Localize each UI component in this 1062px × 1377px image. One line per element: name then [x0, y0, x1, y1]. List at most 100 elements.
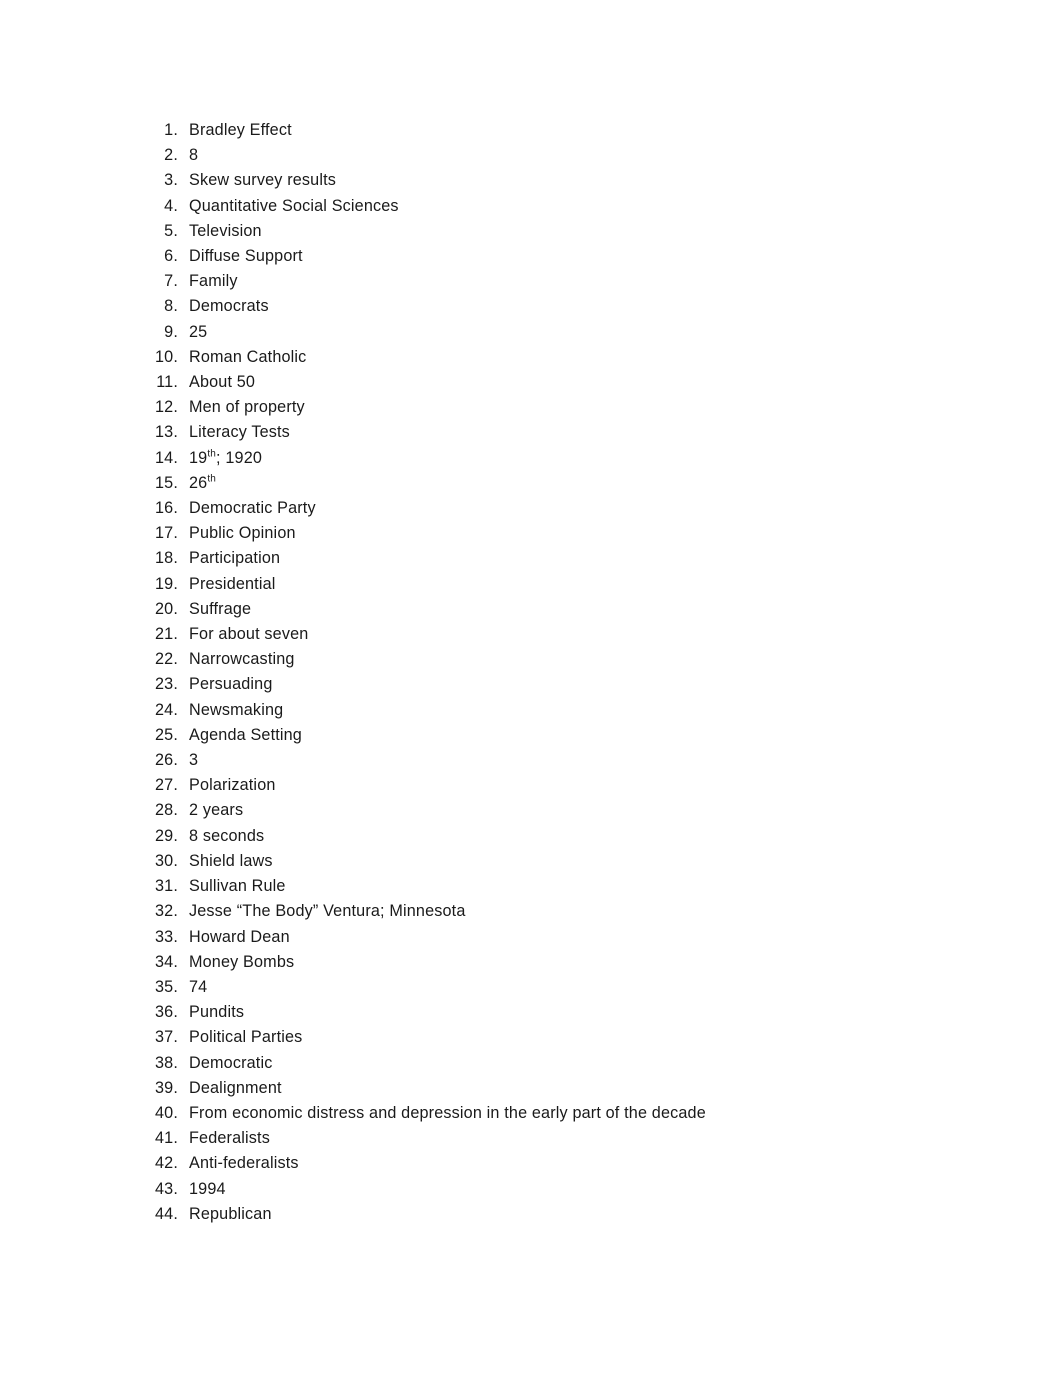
list-item-number: 40. [155, 1103, 178, 1122]
list-item-text: Agenda Setting [189, 725, 302, 744]
list-item-number: 21. [155, 625, 178, 644]
list-item: 42. Anti-federalists [0, 1151, 1062, 1176]
list-item: 28. 2 years [0, 798, 1062, 823]
list-item-number: 27. [155, 776, 178, 795]
list-item-text: Persuading [189, 675, 273, 694]
list-item-text: Political Parties [189, 1028, 303, 1047]
list-item: 20. Suffrage [0, 597, 1062, 622]
list-item-text: Democratic [189, 1053, 273, 1072]
list-item-number: 11. [156, 373, 178, 392]
list-item-number: 12. [155, 398, 178, 417]
list-item: 21. For about seven [0, 622, 1062, 647]
list-item: 11. About 50 [0, 370, 1062, 395]
list-item: 6. Diffuse Support [0, 244, 1062, 269]
list-item-text: Pundits [189, 1003, 245, 1022]
list-item: 10. Roman Catholic [0, 345, 1062, 370]
list-item-number: 23. [155, 675, 178, 694]
list-item: 43. 1994 [0, 1177, 1062, 1202]
list-item: 29. 8 seconds [0, 824, 1062, 849]
list-item-number: 19. [155, 574, 178, 593]
list-item-text: Presidential [189, 574, 276, 593]
list-item-text: Television [189, 221, 262, 240]
list-item: 14. 19th; 1920 [0, 446, 1062, 471]
list-item-text: Newsmaking [189, 700, 284, 719]
list-item-text: Polarization [189, 776, 276, 795]
list-item-number: 13. [155, 423, 178, 442]
list-item-text: Jesse “The Body” Ventura; Minnesota [189, 902, 466, 921]
list-item: 4. Quantitative Social Sciences [0, 194, 1062, 219]
list-item-number: 37. [155, 1028, 178, 1047]
list-item: 7. Family [0, 269, 1062, 294]
list-item-number: 25. [155, 725, 178, 744]
list-item: 25. Agenda Setting [0, 723, 1062, 748]
list-item-number: 22. [155, 650, 178, 669]
list-item-text: About 50 [189, 373, 256, 392]
list-item-text: Quantitative Social Sciences [189, 196, 399, 215]
list-item-text: Shield laws [189, 851, 273, 870]
list-item-number: 33. [155, 927, 178, 946]
list-item: 23. Persuading [0, 672, 1062, 697]
list-item-text: Federalists [189, 1129, 270, 1148]
list-item-text: Skew survey results [189, 171, 337, 190]
list-item: 31. Sullivan Rule [0, 874, 1062, 899]
list-item: 18. Participation [0, 546, 1062, 571]
list-item-text: 2 years [189, 801, 244, 820]
list-item: 3. Skew survey results [0, 168, 1062, 193]
list-item-text: Republican [189, 1204, 272, 1223]
list-item-text: Dealignment [189, 1078, 282, 1097]
list-item-number: 9. [164, 322, 178, 341]
list-item-text: Bradley Effect [189, 121, 292, 139]
list-item-text: Roman Catholic [189, 347, 307, 366]
list-item: 39. Dealignment [0, 1076, 1062, 1101]
list-item-number: 34. [155, 952, 178, 971]
list-item-number: 43. [155, 1179, 178, 1198]
list-item: 41. Federalists [0, 1126, 1062, 1151]
list-item-number: 41. [155, 1129, 178, 1148]
list-item-text: 74 [189, 977, 208, 996]
list-item-text: Narrowcasting [189, 650, 295, 669]
list-item-number: 16. [155, 499, 178, 518]
list-item: 33. Howard Dean [0, 925, 1062, 950]
list-item-text: 8 [189, 146, 199, 165]
list-item-text: Family [189, 272, 238, 291]
list-item-text: Democratic Party [189, 499, 316, 518]
list-item-text: Suffrage [189, 599, 252, 618]
list-item-number: 20. [155, 599, 178, 618]
list-item-number: 17. [155, 524, 178, 543]
list-item-number: 29. [155, 826, 178, 845]
list-item-text: Democrats [189, 297, 269, 316]
list-item: 27. Polarization [0, 773, 1062, 798]
list-item-number: 30. [155, 851, 178, 870]
list-item-text: Literacy Tests [189, 423, 290, 442]
list-item-number: 26. [155, 751, 178, 770]
list-item: 40. From economic distress and depression… [0, 1101, 1062, 1126]
list-item: 24. Newsmaking [0, 698, 1062, 723]
list-item: 22. Narrowcasting [0, 647, 1062, 672]
list-item-number: 18. [155, 549, 178, 568]
list-item: 9. 25 [0, 320, 1062, 345]
list-item-text: Diffuse Support [189, 247, 303, 266]
list-item: 1. Bradley Effect [0, 118, 1062, 143]
list-item-text: 25 [189, 322, 208, 341]
list-item: 26. 3 [0, 748, 1062, 773]
answer-list: 1. Bradley Effect 2. 8 3. Skew survey results… [0, 118, 1062, 1227]
list-item-text: 26th [189, 473, 217, 492]
list-item-text: 19th; 1920 [189, 448, 263, 467]
list-item: 8. Democrats [0, 294, 1062, 319]
list-item: 38. Democratic [0, 1051, 1062, 1076]
list-item-number: 15. [155, 473, 178, 492]
list-item-text: From economic distress and depression in… [189, 1103, 706, 1122]
list-item-number: 44. [155, 1204, 178, 1223]
list-item: 5. Television [0, 219, 1062, 244]
list-item-number: 38. [155, 1053, 178, 1072]
list-item: 12. Men of property [0, 395, 1062, 420]
list-item: 32. Jesse “The Body” Ventura; Minnesota [0, 899, 1062, 924]
list-item-text: Sullivan Rule [189, 877, 286, 896]
list-item-text: 3 [189, 751, 199, 770]
list-item: 16. Democratic Party [0, 496, 1062, 521]
list-item-number: 24. [155, 700, 178, 719]
list-item-number: 39. [155, 1078, 178, 1097]
list-item-number: 8. [164, 297, 178, 316]
document-body: 1. Bradley Effect 2. 8 3. Skew survey results… [0, 118, 1062, 1227]
list-item-text: Anti-federalists [189, 1154, 299, 1173]
